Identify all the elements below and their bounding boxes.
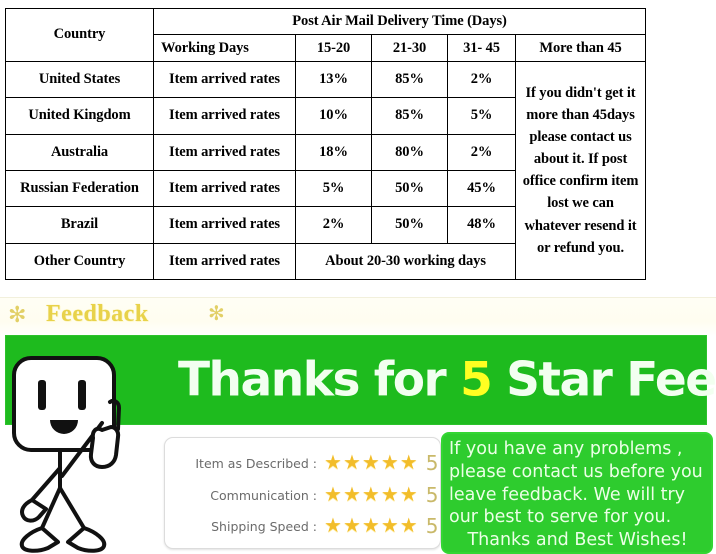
rating-score: 5 <box>425 483 439 507</box>
cell-country: Brazil <box>5 206 154 244</box>
cell-rate-21-30: 85% <box>371 60 448 99</box>
cell-rate-21-30: 85% <box>371 97 448 135</box>
header-more-than-45: More than 45 <box>514 34 647 62</box>
star-icon: ★ <box>380 515 399 537</box>
cell-working: Item arrived rates <box>153 242 296 281</box>
rating-label: Shipping Speed : <box>211 518 317 534</box>
cell-rate-31-45: 5% <box>447 97 516 135</box>
star-icon: ★ <box>380 484 399 506</box>
cell-working: Item arrived rates <box>153 169 296 208</box>
cell-country: Russian Federation <box>5 169 154 208</box>
star-icon: ★ <box>399 484 418 506</box>
cell-rate-31-45: 2% <box>447 60 516 99</box>
banner-text-after: Star Feedback <box>506 352 716 408</box>
star-icon: ★ <box>399 452 418 474</box>
cell-working: Item arrived rates <box>153 97 296 135</box>
cell-country: Australia <box>5 133 154 171</box>
cell-country: Other Country <box>5 242 154 281</box>
star-icon: ★ <box>380 452 399 474</box>
contact-message-text: If you have any problems , please contac… <box>443 434 711 552</box>
cell-working: Item arrived rates <box>153 133 296 171</box>
header-working-days: Working Days <box>153 34 296 62</box>
cell-working: Item arrived rates <box>153 60 296 99</box>
cell-rate-21-30: 50% <box>371 206 448 244</box>
cell-country: United Kingdom <box>5 97 154 135</box>
cell-rate-21-30: 80% <box>371 133 448 171</box>
star-icon: ★ <box>342 484 361 506</box>
star-icon: ★ <box>361 452 380 474</box>
rating-row-item-as-described: Item as Described : ★ ★ ★ ★ ★ 5 <box>165 448 440 478</box>
rating-label: Item as Described : <box>195 455 317 471</box>
message-line-3: leave feedback. We will try <box>449 484 686 505</box>
shipping-table-container: Country Post Air Mail Delivery Time (Day… <box>5 7 647 281</box>
message-line-1: If you have any problems , <box>449 439 683 459</box>
header-range-31-45: 31- 45 <box>447 34 516 62</box>
rating-summary-card: Item as Described : ★ ★ ★ ★ ★ 5 Communic… <box>164 437 441 549</box>
star-icon: ★ <box>324 515 342 537</box>
feedback-title: Feedback <box>46 301 149 327</box>
cell-rate-31-45: 45% <box>447 169 516 208</box>
star-rating-group: ★ ★ ★ ★ ★ <box>324 453 418 473</box>
star-icon: ★ <box>342 452 361 474</box>
header-delivery-group: Post Air Mail Delivery Time (Days) <box>152 7 647 36</box>
banner-text-before: Thanks for <box>178 352 461 408</box>
cell-other-country-estimate: About 20-30 working days <box>295 242 516 281</box>
rating-label: Communication : <box>210 487 317 503</box>
header-range-15-20: 15-20 <box>295 34 372 62</box>
rating-score: 5 <box>425 451 439 475</box>
cell-rate-31-45: 2% <box>447 133 516 171</box>
message-line-4: our best to serve for you. <box>449 507 672 528</box>
shipping-table: Country Post Air Mail Delivery Time (Day… <box>5 7 647 281</box>
cell-rate-15-20: 10% <box>295 97 372 135</box>
sparkle-icon: ✻ <box>8 302 27 327</box>
banner-headline: Thanks for 5 Star Feedback! <box>178 353 716 408</box>
cell-working: Item arrived rates <box>153 206 296 244</box>
header-range-21-30: 21-30 <box>371 34 448 62</box>
rating-row-shipping-speed: Shipping Speed : ★ ★ ★ ★ ★ 5 <box>165 511 440 541</box>
star-icon: ★ <box>324 484 342 506</box>
cell-rate-15-20: 13% <box>295 60 372 99</box>
feedback-header-strip: ✻ Feedback ✻ <box>0 297 716 337</box>
cell-rate-15-20: 2% <box>295 206 372 244</box>
cell-rate-15-20: 18% <box>295 133 372 171</box>
star-icon: ★ <box>399 515 418 537</box>
cell-country: United States <box>5 60 154 99</box>
star-icon: ★ <box>324 452 342 474</box>
rating-score: 5 <box>425 514 439 538</box>
message-line-2: please contact us before you <box>449 461 703 482</box>
sparkle-icon: ✻ <box>208 303 225 325</box>
banner-star-number: 5 <box>460 352 493 408</box>
header-country: Country <box>5 8 154 62</box>
cell-lost-item-note: If you didn't get it more than 45days pl… <box>514 60 647 281</box>
cell-rate-21-30: 50% <box>371 169 448 208</box>
rating-row-communication: Communication : ★ ★ ★ ★ ★ 5 <box>165 480 440 510</box>
star-rating-group: ★ ★ ★ ★ ★ <box>324 485 418 505</box>
table-header-row-1: Country Post Air Mail Delivery Time (Day… <box>5 7 647 62</box>
star-icon: ★ <box>361 515 380 537</box>
thumbs-up-mascot <box>2 348 162 554</box>
star-rating-group: ★ ★ ★ ★ ★ <box>324 516 418 536</box>
cell-rate-15-20: 5% <box>295 169 372 208</box>
cell-rate-31-45: 48% <box>447 206 516 244</box>
star-icon: ★ <box>361 484 380 506</box>
message-line-5: Thanks and Best Wishes! <box>467 530 688 550</box>
star-icon: ★ <box>342 515 361 537</box>
contact-message-box: If you have any problems , please contac… <box>441 432 713 554</box>
table-row: United States Item arrived rates 13% 85%… <box>5 60 647 281</box>
